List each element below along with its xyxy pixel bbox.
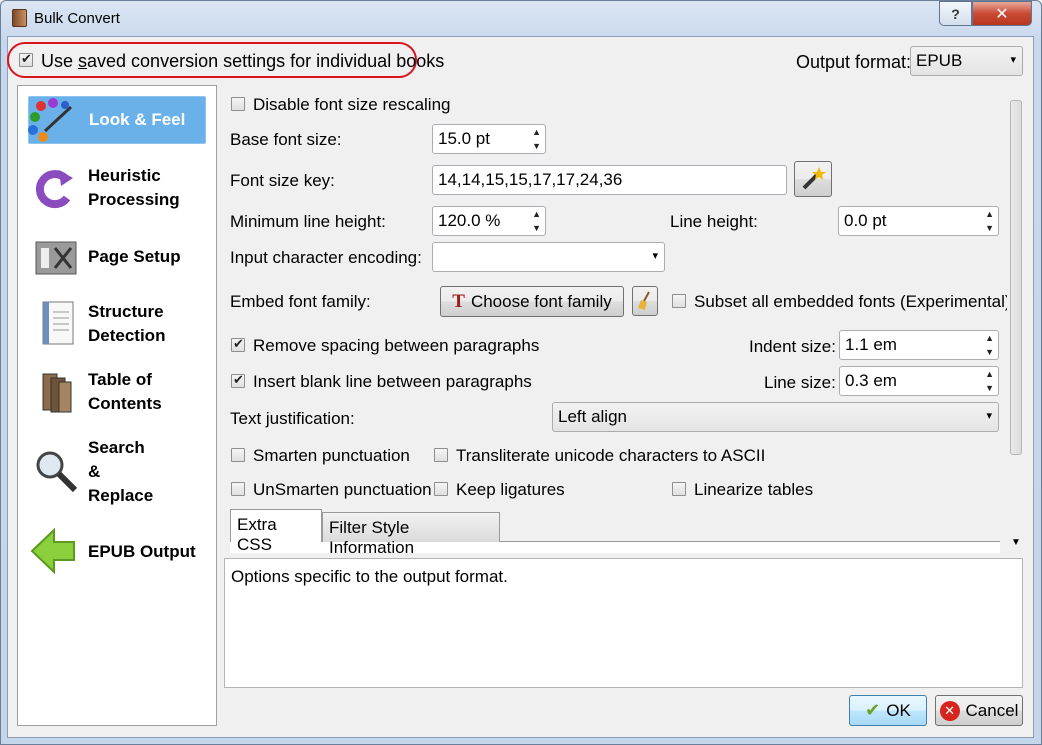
books-icon	[42, 373, 72, 413]
indent-size-label: Indent size:	[749, 337, 836, 356]
green-arrow-left-icon	[30, 528, 75, 574]
line-size-spinbox[interactable]: 0.3 em	[839, 366, 999, 396]
subset-fonts-checkbox[interactable]	[672, 294, 686, 308]
choose-font-family-button[interactable]: T Choose font family	[440, 286, 624, 317]
cancel-button[interactable]: ✕ Cancel	[935, 695, 1023, 726]
cancel-x-icon: ✕	[939, 700, 960, 721]
choose-font-family-label: Choose font family	[470, 291, 612, 311]
checkmark-icon: ✔	[865, 700, 881, 720]
keep-ligatures-checkbox[interactable]	[434, 482, 448, 496]
indent-size-spinbox[interactable]: 1.1 em	[839, 330, 999, 360]
refresh-arrow-icon	[35, 170, 73, 209]
base-font-size-spinbox[interactable]: 15.0 pt	[432, 124, 546, 154]
sidebar-item-label: Look & Feel	[89, 110, 186, 129]
keep-ligatures-label[interactable]: Keep ligatures	[456, 480, 565, 500]
sidebar-item-label: Replace	[88, 486, 154, 505]
page-setup-tools-icon	[35, 241, 77, 275]
smarten-punctuation-checkbox[interactable]	[231, 448, 245, 462]
line-height-label: Line height:	[670, 212, 758, 231]
sidebar-item-label: Processing	[88, 190, 180, 209]
remove-spacing-label[interactable]: Remove spacing between paragraphs	[253, 336, 539, 356]
palette-icon	[28, 98, 73, 142]
sidebar-item-heuristic[interactable]: Heuristic Processing	[28, 164, 206, 216]
line-size-label: Line size:	[764, 373, 836, 392]
chevron-down-icon: ▾	[1010, 54, 1016, 66]
text-justification-label: Text justification:	[230, 409, 355, 428]
tab-filter-style[interactable]: Filter Style Information	[322, 512, 500, 557]
output-format-label: Output format:	[796, 52, 912, 72]
scrollbar-thumb[interactable]	[1010, 100, 1022, 455]
sidebar-item-label: Search	[88, 438, 145, 457]
chevron-down-icon: ▾	[652, 250, 658, 262]
output-format-select[interactable]: EPUB ▾	[910, 46, 1023, 76]
clear-font-button[interactable]	[632, 286, 658, 316]
embed-font-label: Embed font family:	[230, 292, 371, 311]
sidebar-item-toc[interactable]: Table of Contents	[28, 368, 206, 420]
cancel-label: Cancel	[965, 700, 1019, 720]
input-encoding-select[interactable]: ▾	[432, 242, 665, 272]
linearize-tables-checkbox[interactable]	[672, 482, 686, 496]
subset-fonts-label[interactable]: Subset all embedded fonts (Experimental)	[694, 292, 1011, 312]
line-height-spinbox[interactable]: 0.0 pt	[838, 206, 999, 236]
description-box: Options specific to the output format.	[224, 558, 1023, 688]
insert-blank-line-checkbox[interactable]	[231, 372, 245, 388]
ok-label: OK	[886, 700, 911, 720]
sidebar-item-label: Table of	[88, 370, 152, 389]
remove-spacing-checkbox[interactable]	[231, 336, 245, 352]
unsmarten-punctuation-label[interactable]: UnSmarten punctuation	[253, 480, 432, 500]
smarten-punctuation-label[interactable]: Smarten punctuation	[253, 446, 410, 466]
font-size-wizard-button[interactable]	[794, 161, 832, 197]
text-justification-select[interactable]: Left align ▾	[552, 402, 999, 432]
font-size-key-label: Font size key:	[230, 171, 335, 190]
close-button[interactable]: ✕	[972, 1, 1032, 26]
sidebar-item-label: Page Setup	[88, 247, 181, 266]
sidebar-item-label: Structure	[88, 302, 164, 321]
min-line-height-label: Minimum line height:	[230, 212, 386, 231]
transliterate-checkbox[interactable]	[434, 448, 448, 462]
window-title: Bulk Convert	[34, 10, 120, 27]
magnifier-icon	[36, 451, 78, 493]
sidebar-item-label: Detection	[88, 326, 166, 345]
transliterate-label[interactable]: Transliterate unicode characters to ASCI…	[456, 446, 765, 466]
use-saved-settings-checkbox[interactable]	[19, 51, 33, 67]
sidebar-item-label: Contents	[88, 394, 162, 413]
linearize-tables-label[interactable]: Linearize tables	[694, 480, 813, 500]
magic-wand-icon	[802, 167, 826, 190]
sidebar-item-search-replace[interactable]: Search & Replace	[28, 436, 206, 510]
disable-font-rescaling-checkbox[interactable]	[231, 97, 245, 111]
font-t-icon: T	[452, 290, 465, 312]
insert-blank-line-label[interactable]: Insert blank line between paragraphs	[253, 372, 532, 392]
min-line-height-spinbox[interactable]: 120.0 %	[432, 206, 546, 236]
sidebar-item-structure[interactable]: Structure Detection	[28, 300, 206, 352]
disable-font-rescaling-label[interactable]: Disable font size rescaling	[253, 95, 450, 115]
sidebar-item-page-setup[interactable]: Page Setup	[28, 236, 206, 284]
base-font-size-label: Base font size:	[230, 130, 342, 149]
font-size-key-input[interactable]: 14,14,15,15,17,17,24,36	[432, 165, 787, 195]
sidebar-item-label: Heuristic	[88, 166, 161, 185]
sidebar-item-look-feel[interactable]: Look & Feel	[28, 96, 206, 144]
document-icon	[42, 301, 74, 345]
sidebar-item-epub-output[interactable]: EPUB Output	[28, 528, 206, 576]
unsmarten-punctuation-checkbox[interactable]	[231, 482, 245, 496]
use-saved-settings-label[interactable]: Use saved conversion settings for indivi…	[41, 51, 444, 72]
help-button[interactable]: ?	[939, 1, 972, 26]
scroll-down-arrow-icon[interactable]: ▼	[1011, 537, 1021, 548]
tab-extra-css[interactable]: Extra CSS	[230, 509, 322, 554]
chevron-down-icon: ▾	[986, 410, 992, 422]
app-book-icon	[12, 9, 27, 27]
sidebar-item-label: EPUB Output	[88, 542, 196, 561]
sidebar-item-label: &	[88, 462, 101, 481]
input-encoding-label: Input character encoding:	[230, 248, 422, 267]
ok-button[interactable]: ✔ OK	[849, 695, 927, 726]
broom-icon	[638, 291, 650, 310]
